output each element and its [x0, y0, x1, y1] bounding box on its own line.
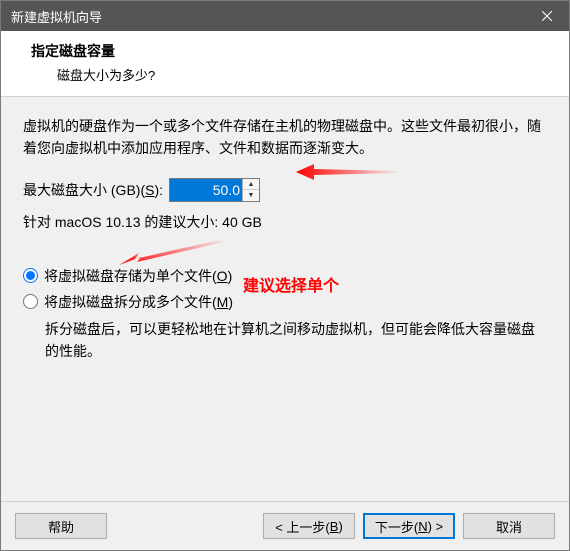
disk-size-spinner[interactable]: ▲ ▼	[169, 178, 260, 202]
wizard-window: 新建虚拟机向导 指定磁盘容量 磁盘大小为多少? 虚拟机的硬盘作为一个或多个文件存…	[0, 0, 570, 551]
wizard-footer: 帮助 < 上一步(B) 下一步(N) > 取消	[1, 501, 569, 550]
spinner-buttons: ▲ ▼	[242, 179, 259, 201]
spinner-down-button[interactable]: ▼	[243, 190, 259, 201]
radio-single-file-label: 将虚拟磁盘存储为单个文件(O)	[44, 266, 232, 286]
recommended-size-text: 针对 macOS 10.13 的建议大小: 40 GB	[23, 212, 547, 232]
close-icon	[542, 11, 552, 21]
split-files-note: 拆分磁盘后，可以更轻松地在计算机之间移动虚拟机，但可能会降低大容量磁盘的性能。	[45, 318, 547, 363]
max-disk-size-label: 最大磁盘大小 (GB)(S):	[23, 180, 163, 200]
window-title: 新建虚拟机向导	[11, 7, 102, 26]
max-disk-size-row: 最大磁盘大小 (GB)(S): ▲ ▼	[23, 178, 547, 202]
radio-split-files-input[interactable]	[23, 294, 38, 309]
annotation-arrow-1	[296, 159, 406, 185]
disk-size-input[interactable]	[170, 179, 242, 201]
wizard-content: 虚拟机的硬盘作为一个或多个文件存储在主机的物理磁盘中。这些文件最初很小，随着您向…	[1, 97, 569, 501]
annotation-arrow-2	[119, 237, 229, 267]
annotation-text: 建议选择单个	[243, 272, 339, 296]
next-button[interactable]: 下一步(N) >	[363, 513, 455, 539]
back-button[interactable]: < 上一步(B)	[263, 513, 355, 539]
help-button[interactable]: 帮助	[15, 513, 107, 539]
radio-split-files-label: 将虚拟磁盘拆分成多个文件(M)	[44, 292, 233, 312]
wizard-header: 指定磁盘容量 磁盘大小为多少?	[1, 31, 569, 97]
titlebar: 新建虚拟机向导	[1, 1, 569, 31]
page-title: 指定磁盘容量	[31, 41, 551, 61]
spinner-up-button[interactable]: ▲	[243, 179, 259, 191]
radio-single-file-input[interactable]	[23, 268, 38, 283]
close-button[interactable]	[524, 1, 569, 31]
cancel-button[interactable]: 取消	[463, 513, 555, 539]
page-subtitle: 磁盘大小为多少?	[31, 65, 551, 84]
description-text: 虚拟机的硬盘作为一个或多个文件存储在主机的物理磁盘中。这些文件最初很小，随着您向…	[23, 115, 547, 160]
